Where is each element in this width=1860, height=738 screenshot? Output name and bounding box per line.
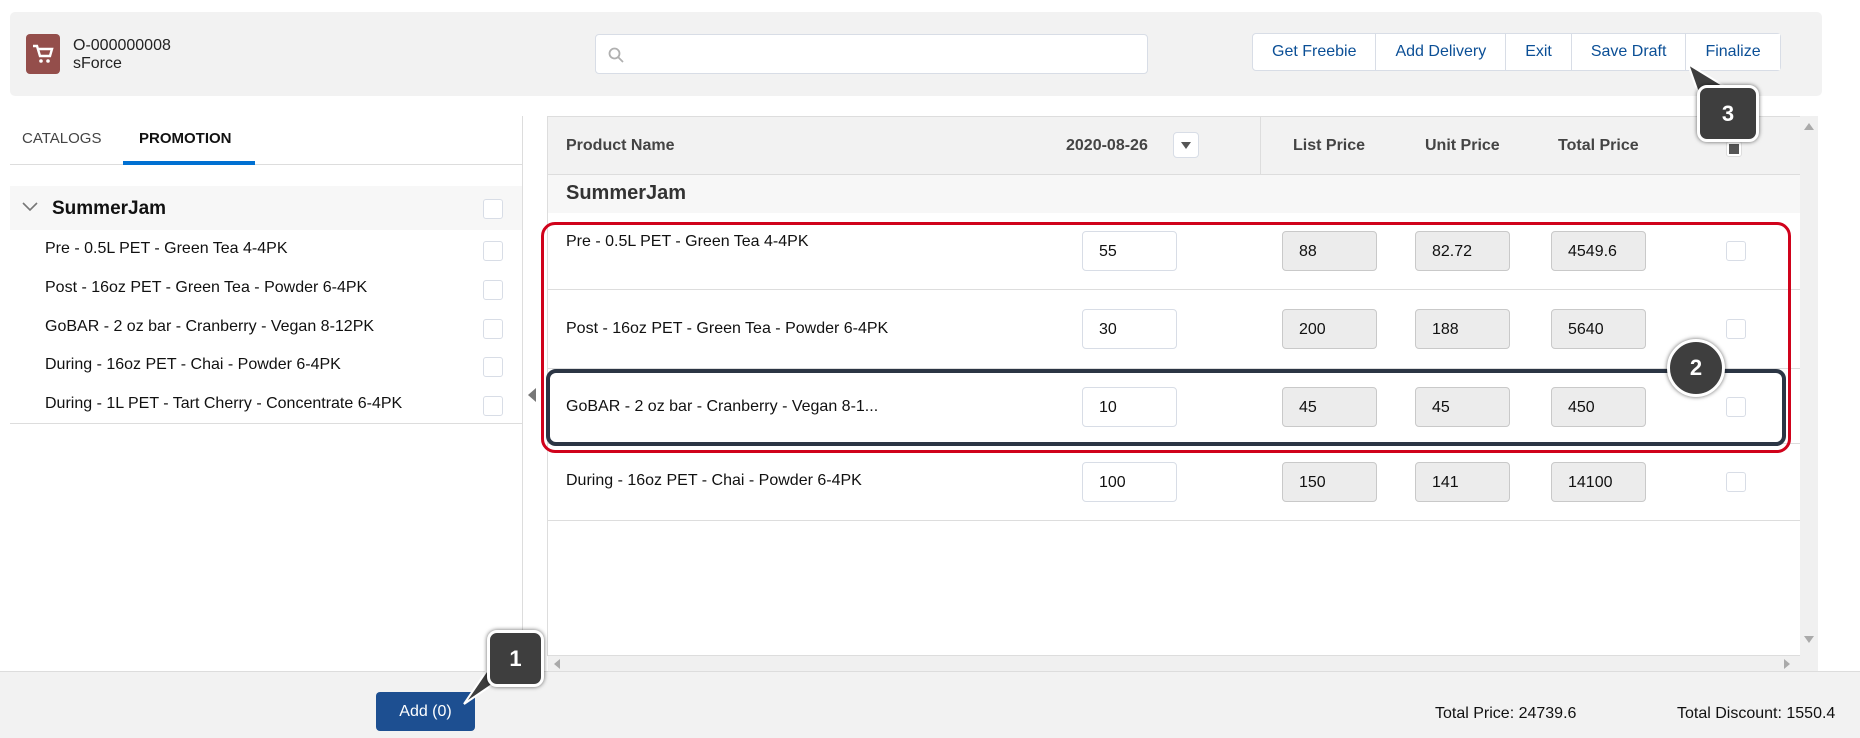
table-header: Product Name 2020-08-26 List Price Unit … [548,117,1800,213]
list-price-field: 150 [1282,462,1377,502]
save-draft-button[interactable]: Save Draft [1570,34,1686,70]
annotation-badge-1: 1 [487,630,544,687]
total-price-field: 14100 [1551,462,1646,502]
tab-bar: CATALOGS PROMOTION [10,110,522,165]
item-checkbox[interactable] [483,241,503,261]
account-name: sForce [73,55,122,72]
item-checkbox[interactable] [483,357,503,377]
item-label: Post - 16oz PET - Green Tea - Powder 6-4… [45,279,368,296]
item-checkbox[interactable] [483,280,503,300]
promotion-group-summerjam[interactable]: SummerJam [10,186,522,230]
highlight-box-dark [546,369,1786,446]
col-date: 2020-08-26 [1066,137,1148,154]
product-name: During - 16oz PET - Chai - Powder 6-4PK [566,472,862,489]
row-checkbox[interactable] [1726,472,1746,492]
list-item: During - 16oz PET - Chai - Powder 6-4PK [10,346,522,385]
search-input[interactable] [595,34,1148,74]
annotation-badge-3: 3 [1697,85,1759,142]
total-price: Total Price: 24739.6 [1435,705,1577,722]
group-title: SummerJam [52,198,167,219]
table-group-row: SummerJam [548,175,1800,213]
search-icon [608,47,624,63]
caret-down-icon [1181,142,1191,149]
exit-button[interactable]: Exit [1505,34,1571,70]
total-discount: Total Discount: 1550.4 [1677,705,1836,722]
list-item: During - 1L PET - Tart Cherry - Concentr… [10,385,522,424]
col-list-price: List Price [1293,137,1366,154]
scroll-down-icon[interactable] [1804,636,1814,644]
scroll-up-icon[interactable] [1804,122,1814,130]
active-tab-indicator [123,161,255,165]
item-label: During - 1L PET - Tart Cherry - Concentr… [45,395,403,412]
col-unit-price: Unit Price [1425,137,1500,154]
list-item: Pre - 0.5L PET - Green Tea 4-4PK [10,230,522,269]
order-id: O-000000008 [73,37,171,54]
item-checkbox[interactable] [483,396,503,416]
vertical-scrollbar[interactable] [1800,116,1818,671]
chevron-down-icon[interactable] [22,201,38,213]
item-label: Pre - 0.5L PET - Green Tea 4-4PK [45,240,288,257]
table-row: During - 16oz PET - Chai - Powder 6-4PK … [548,444,1800,521]
quantity-input[interactable]: 100 [1082,462,1177,502]
item-checkbox[interactable] [483,319,503,339]
table-group-title: SummerJam [566,182,687,204]
get-freebie-button[interactable]: Get Freebie [1253,34,1376,70]
delete-all-icon[interactable] [1726,141,1742,157]
add-delivery-button[interactable]: Add Delivery [1375,34,1506,70]
date-dropdown[interactable] [1173,132,1199,158]
panel-divider [522,116,523,671]
cart-icon [26,34,60,74]
scroll-right-icon[interactable] [1784,659,1790,669]
list-item: GoBAR - 2 oz bar - Cranberry - Vegan 8-1… [10,308,522,347]
group-checkbox[interactable] [483,199,503,219]
col-product-name: Product Name [566,137,675,154]
footer-bar [0,671,1860,738]
unit-price-field: 141 [1415,462,1510,502]
item-label: GoBAR - 2 oz bar - Cranberry - Vegan 8-1… [45,318,375,335]
col-total-price: Total Price [1558,137,1639,154]
horizontal-scrollbar[interactable] [548,656,1800,671]
scroll-left-icon[interactable] [554,659,560,669]
tab-promotion[interactable]: PROMOTION [139,130,232,147]
annotation-badge-2: 2 [1667,339,1725,397]
tab-catalogs[interactable]: CATALOGS [22,130,101,147]
list-item: Post - 16oz PET - Green Tea - Powder 6-4… [10,269,522,308]
item-label: During - 16oz PET - Chai - Powder 6-4PK [45,356,341,373]
collapse-panel-icon[interactable] [528,388,536,402]
